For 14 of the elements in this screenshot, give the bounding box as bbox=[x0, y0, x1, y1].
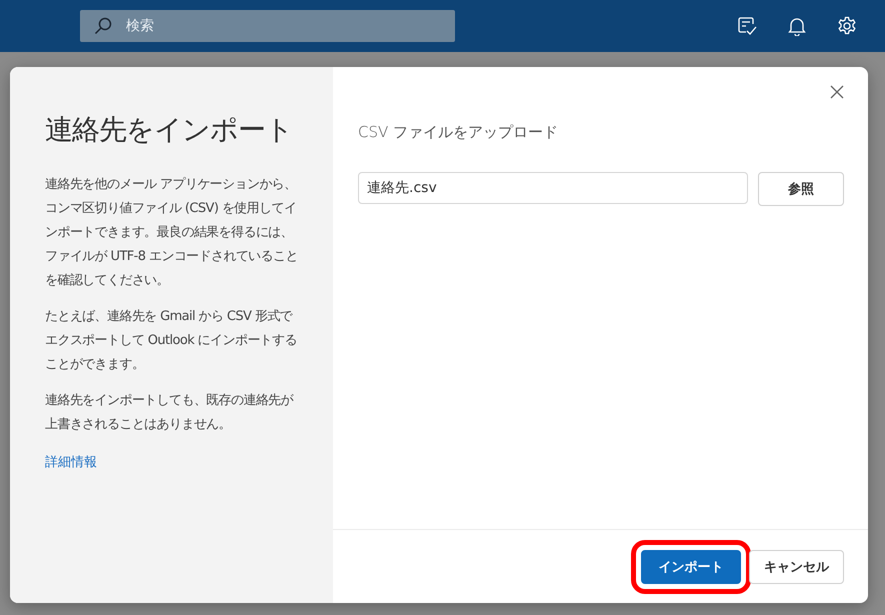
search-icon bbox=[94, 17, 112, 35]
cancel-button[interactable]: キャンセル bbox=[749, 550, 844, 584]
bell-icon[interactable] bbox=[787, 16, 807, 36]
upload-heading: CSV ファイルをアップロード bbox=[358, 123, 560, 142]
description-text: 連絡先をインポートしても、既存の連絡先が上書きされることはありません。 bbox=[45, 392, 294, 434]
description-text: 連絡先を他のメール アプリケーションから、コンマ区切り値ファイル (CSV) を使用してインポートできます。最良の結果を得るには、ファイルが UTF-8 エンコードされていることを確認してください。 bbox=[45, 176, 299, 290]
checklist-icon[interactable] bbox=[737, 16, 757, 36]
settings-icon[interactable] bbox=[837, 16, 857, 36]
dialog-title: 連絡先をインポート bbox=[45, 112, 294, 148]
search-field[interactable]: 検索 bbox=[80, 10, 455, 42]
description-text: たとえば、連絡先を Gmail から CSV 形式でエクスポートして Outlook にインポートすることができます。 bbox=[45, 308, 298, 374]
file-field[interactable]: 連絡先.csv bbox=[358, 172, 748, 204]
more-info-link[interactable]: 詳細情報 bbox=[45, 453, 97, 471]
browse-button[interactable]: 参照 bbox=[758, 172, 844, 206]
